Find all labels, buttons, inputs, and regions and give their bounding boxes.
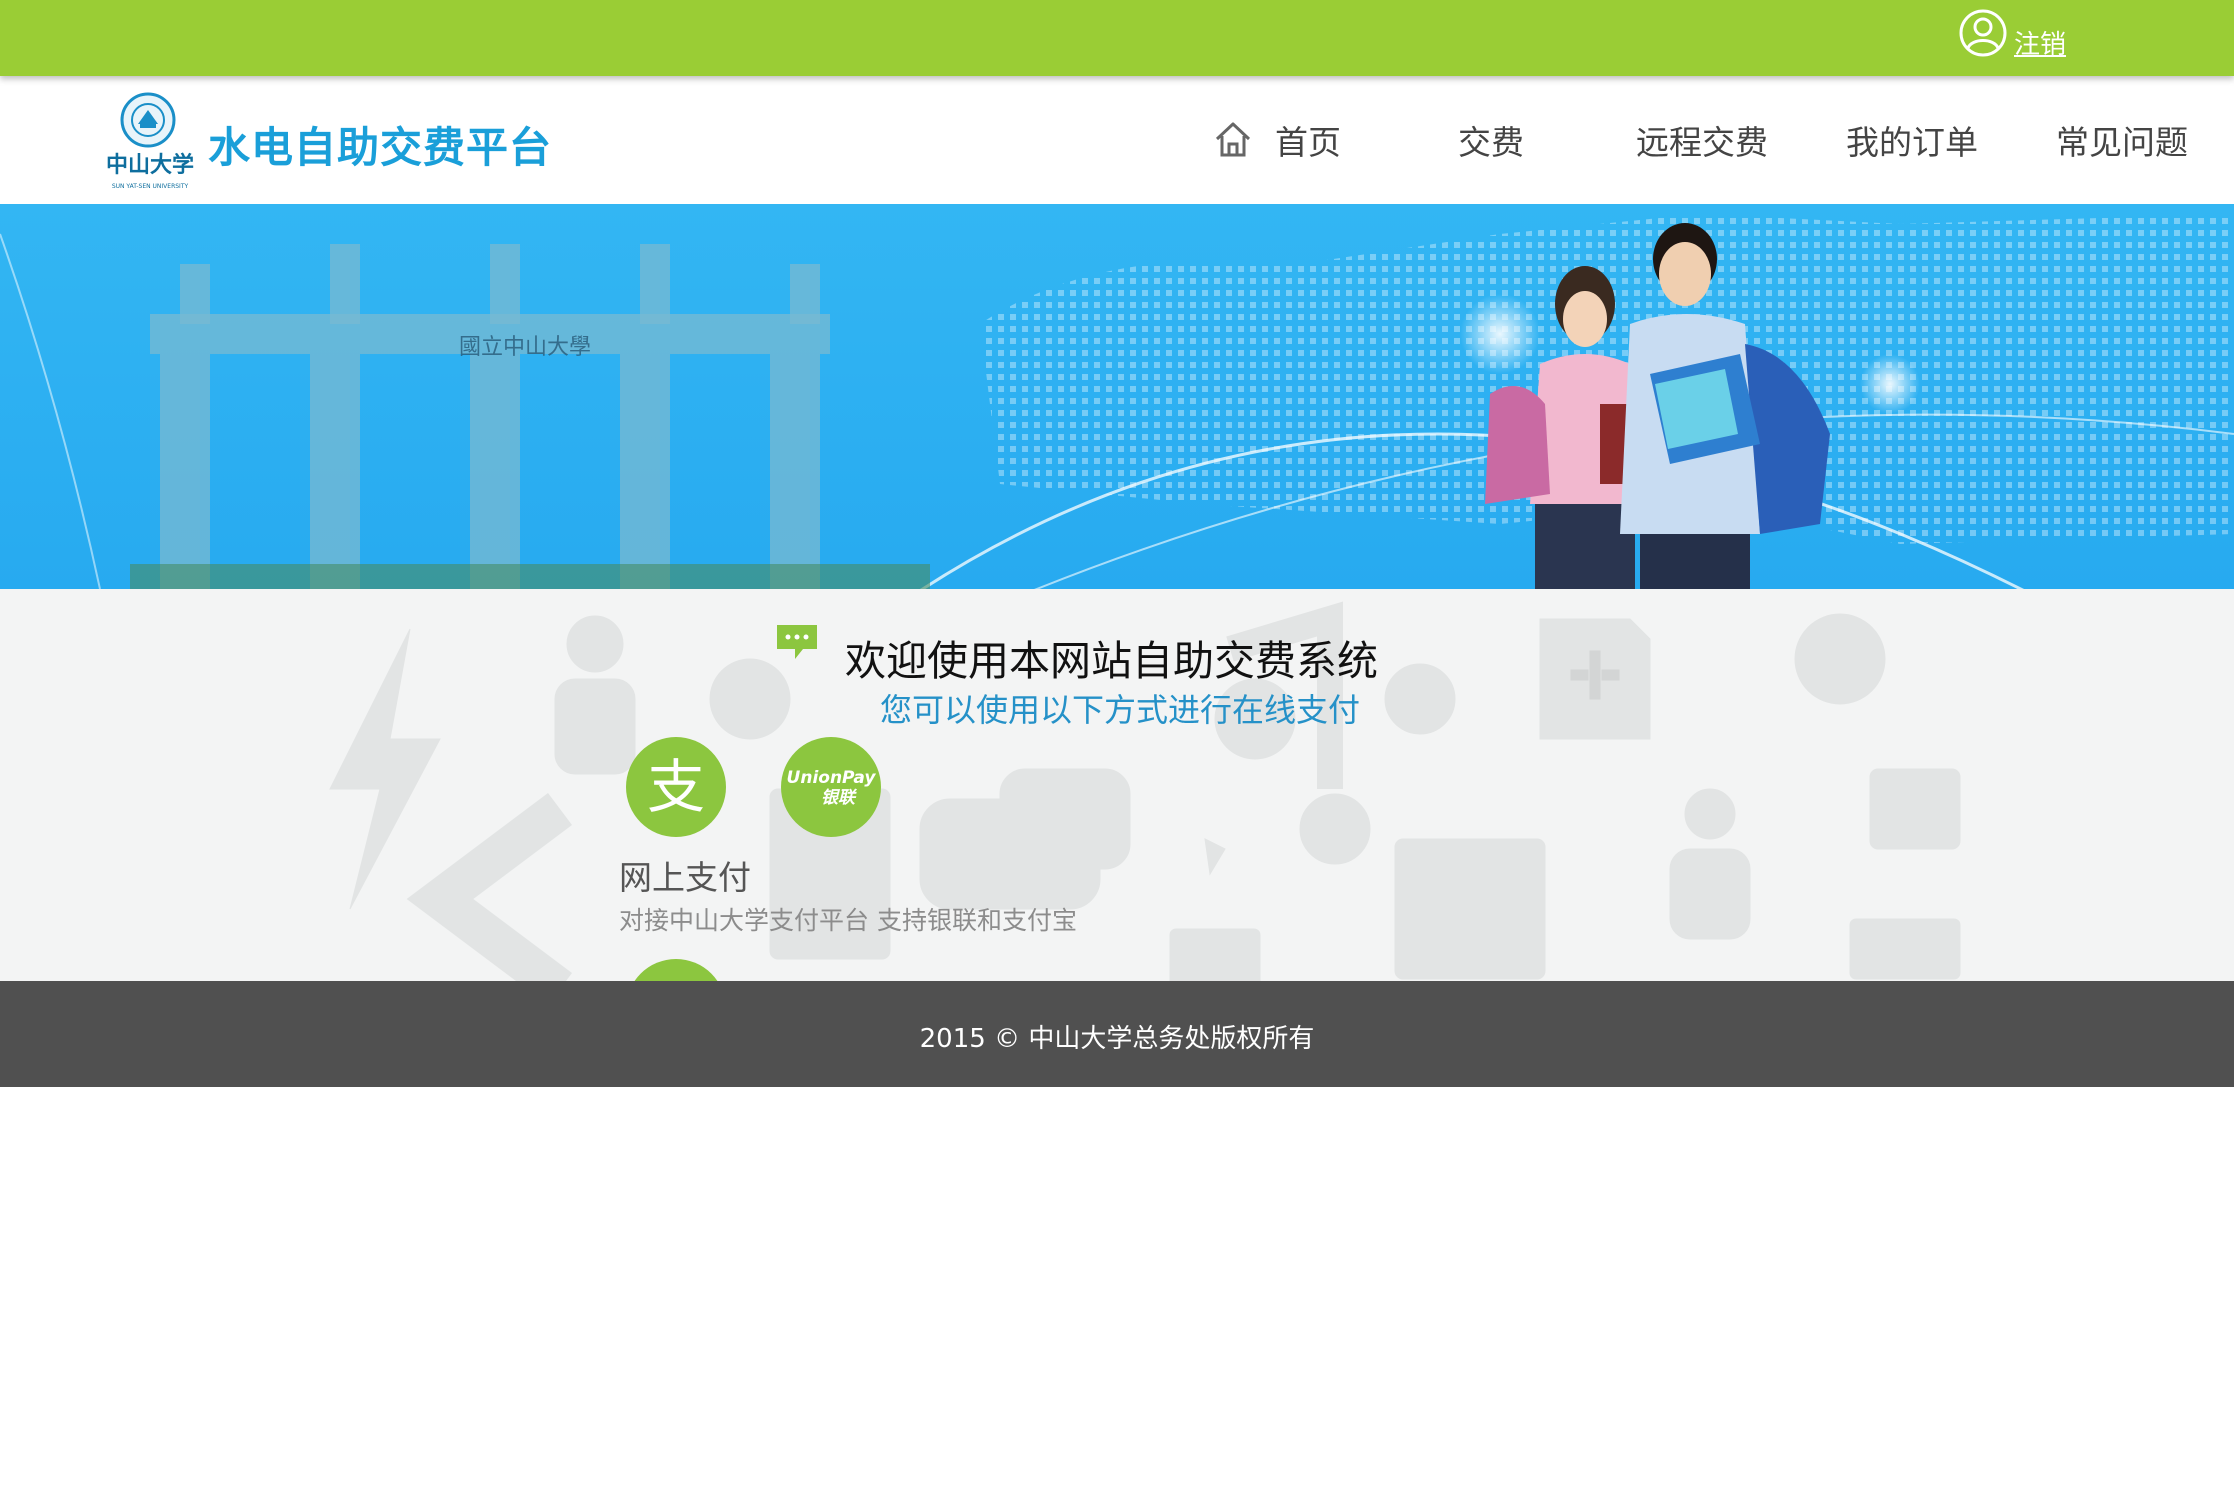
nav-orders[interactable]: 我的订单 (1846, 104, 1978, 176)
welcome-heading: 欢迎使用本网站自助交费系统 (845, 637, 1378, 685)
chat-icon (775, 623, 819, 665)
nav-pay[interactable]: 交费 (1458, 104, 1524, 176)
svg-text:支: 支 (647, 753, 705, 821)
nav-pay-label[interactable]: 交费 (1458, 116, 1524, 164)
svg-text:中山大学: 中山大学 (106, 152, 194, 178)
svg-text:SUN YAT-SEN UNIVERSITY: SUN YAT-SEN UNIVERSITY (112, 183, 189, 190)
nav-home-label[interactable]: 首页 (1275, 116, 1341, 164)
banner-illustration: 國立中山大學 (0, 214, 2234, 589)
nav-remote-pay[interactable]: 远程交费 (1636, 104, 1768, 176)
hero-banner: 國立中山大學 (0, 204, 2234, 589)
logout-label[interactable]: 注销 (2014, 24, 2066, 61)
logout-link[interactable]: 注销 (1958, 8, 2066, 62)
top-bar: 注销 (0, 0, 2234, 76)
svg-text:UnionPay: UnionPay (787, 768, 877, 788)
footer: 2015 © 中山大学总务处版权所有 (0, 981, 2234, 1087)
svg-text:國立中山大學: 國立中山大學 (459, 335, 591, 360)
payment-description: 对接中山大学支付平台 支持银联和支付宝 (619, 906, 1077, 935)
svg-text:银联: 银联 (821, 788, 858, 808)
nav-remote-pay-label[interactable]: 远程交费 (1636, 116, 1768, 164)
nav-home[interactable]: 首页 (1213, 104, 1341, 176)
university-logo[interactable]: 中山大学 SUN YAT-SEN UNIVERSITY (100, 92, 200, 192)
site-title: 水电自助交费平台 (208, 123, 553, 172)
nav-faq-label[interactable]: 常见问题 (2056, 116, 2188, 164)
header: 中山大学 SUN YAT-SEN UNIVERSITY 水电自助交费平台 首页 … (0, 76, 2234, 204)
alipay-icon[interactable]: 支 (626, 737, 726, 837)
nav-orders-label[interactable]: 我的订单 (1846, 116, 1978, 164)
gate-silhouette (130, 244, 930, 589)
payment-title: 网上支付 (619, 858, 751, 897)
nav-faq[interactable]: 常见问题 (2056, 104, 2188, 176)
main-content: 欢迎使用本网站自助交费系统 您可以使用以下方式进行在线支付 支 UnionPay… (0, 589, 2234, 981)
footer-copyright: 2015 © 中山大学总务处版权所有 (919, 1024, 1315, 1054)
unionpay-icon[interactable]: UnionPay 银联 (781, 737, 881, 837)
welcome-subtitle: 您可以使用以下方式进行在线支付 (880, 691, 1361, 729)
home-icon (1213, 119, 1253, 167)
user-icon (1958, 8, 2008, 62)
